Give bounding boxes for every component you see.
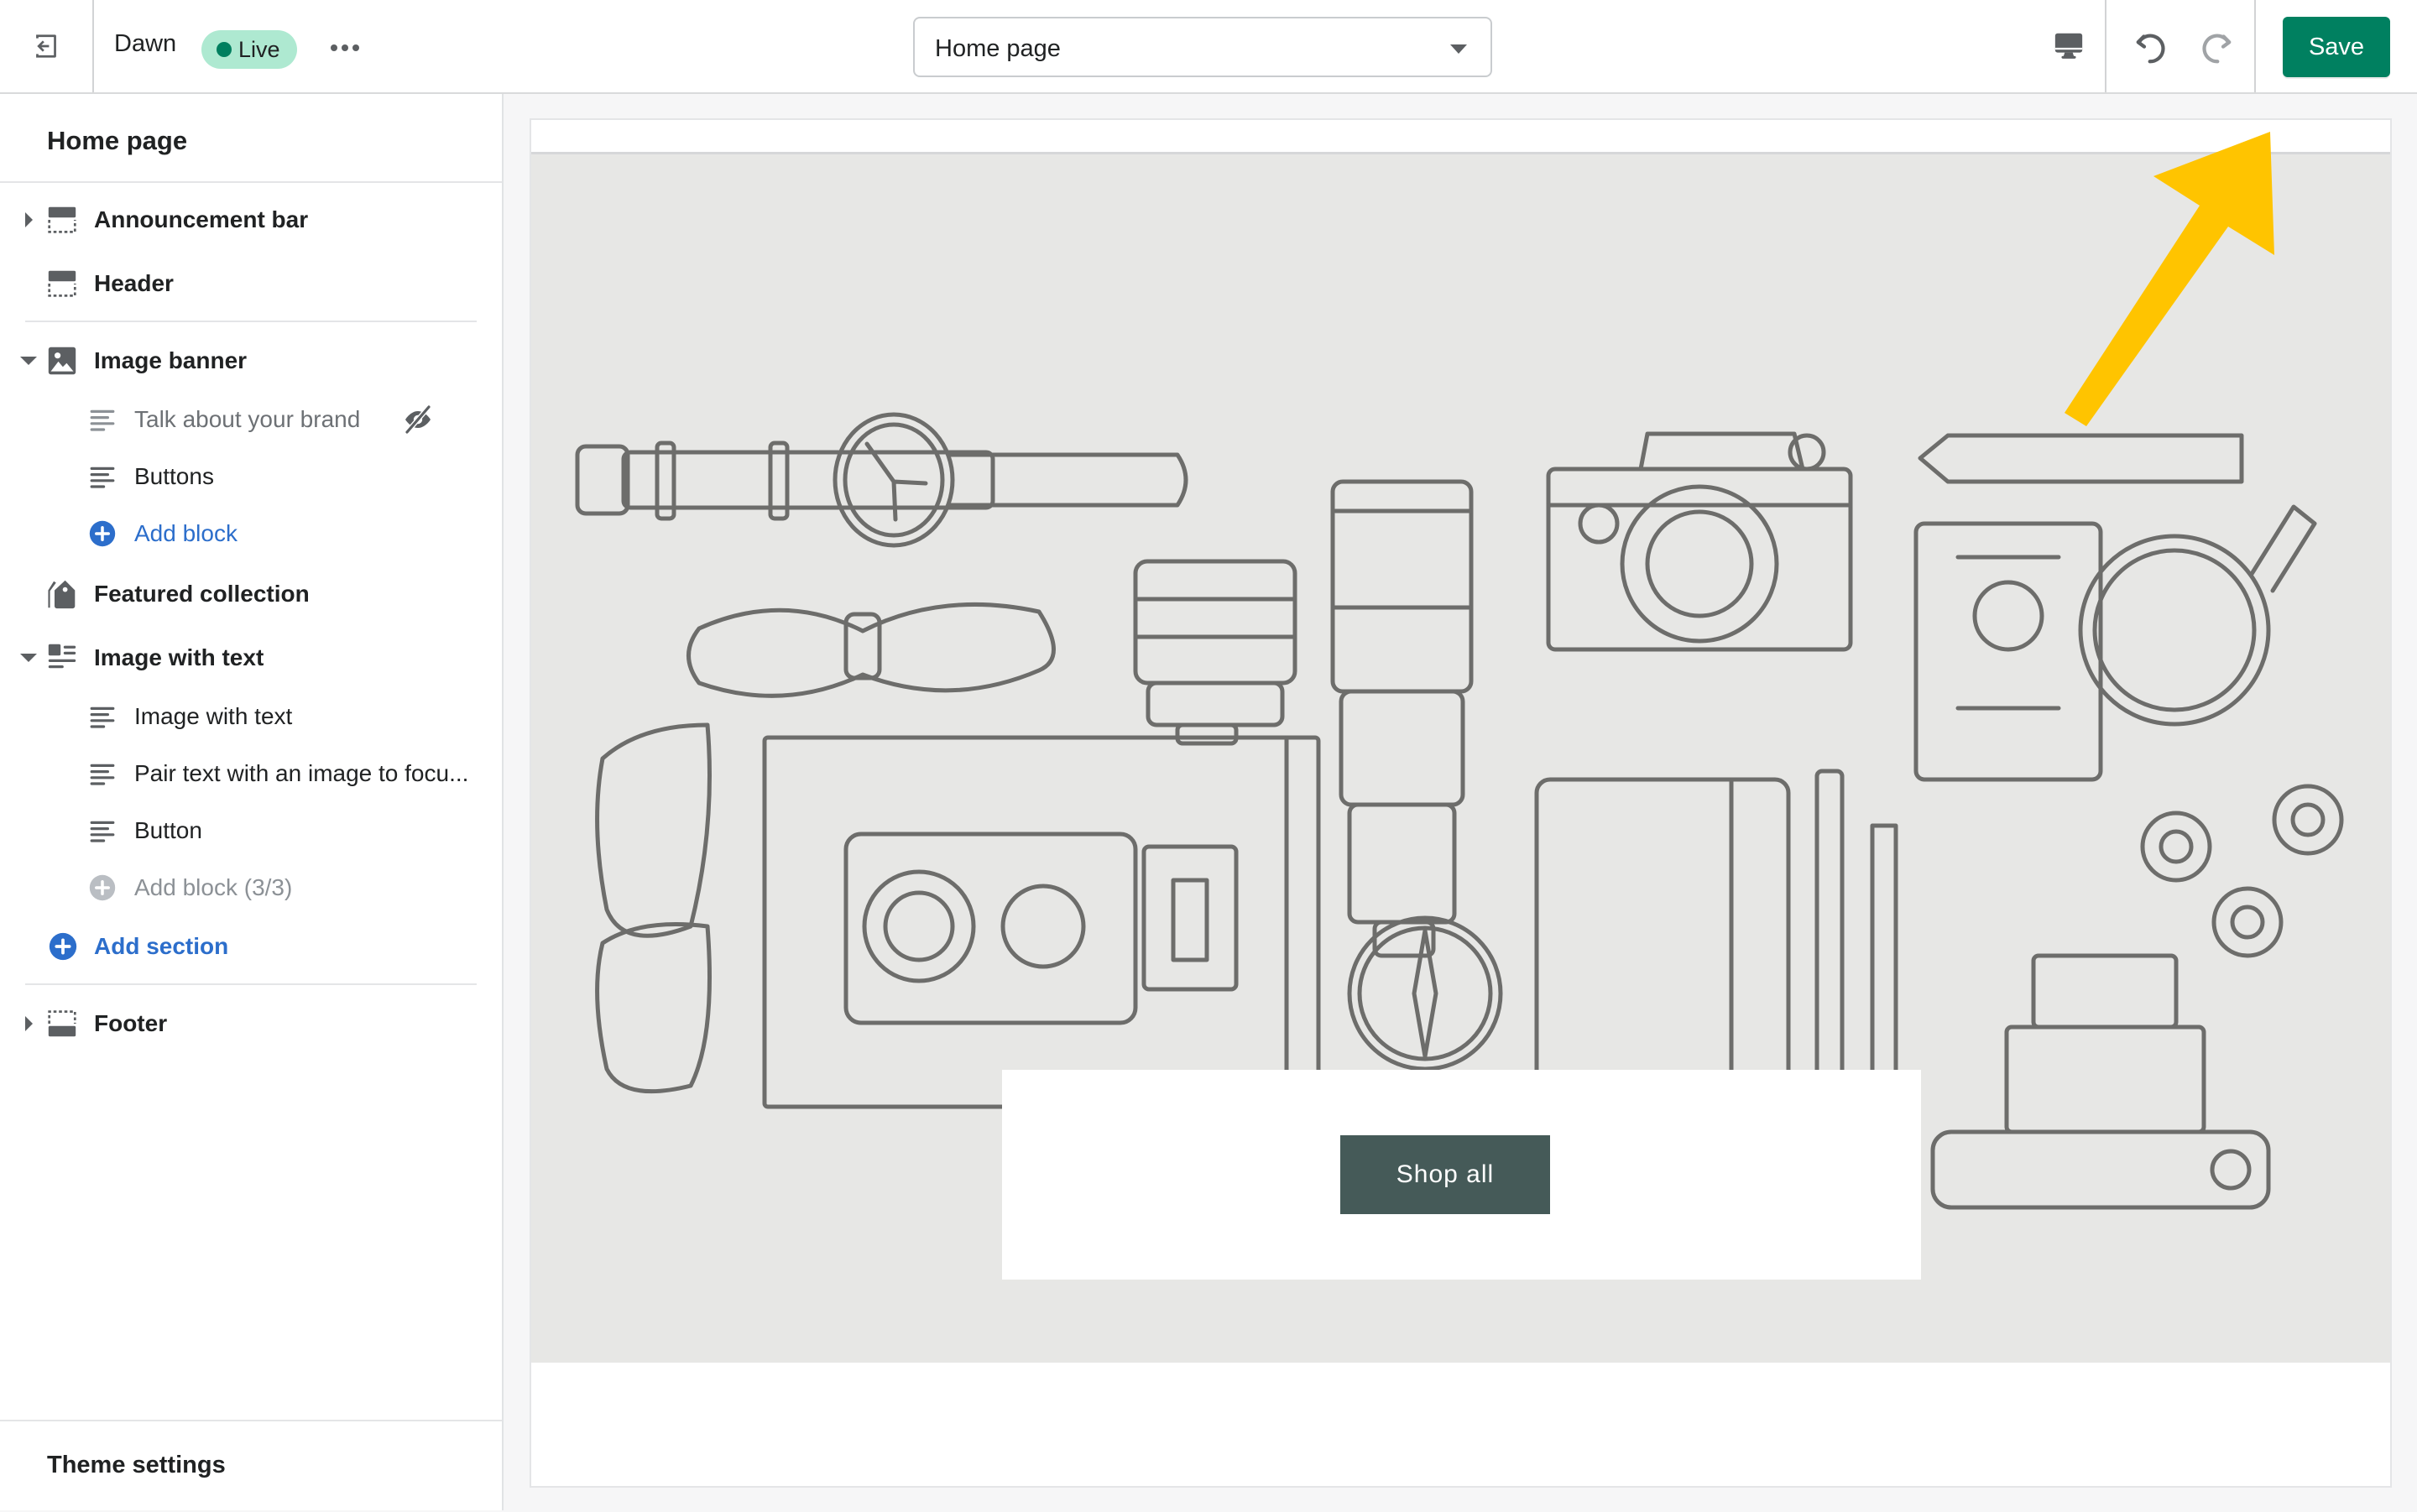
- theme-settings-button[interactable]: Theme settings: [0, 1420, 502, 1512]
- block-label: Buttons: [134, 463, 214, 489]
- block-label: Button: [134, 817, 202, 843]
- zoom-lens-illustration: [1330, 479, 1474, 958]
- section-image-banner[interactable]: Image banner: [0, 334, 502, 388]
- exit-icon: [36, 34, 56, 58]
- redo-icon: [2202, 34, 2232, 64]
- sections-sidebar: Home page Announcement bar Header Image …: [0, 94, 504, 1510]
- block-buttons[interactable]: Buttons: [0, 450, 502, 503]
- add-block-label: Add block (3/3): [134, 874, 293, 900]
- device-preview-button[interactable]: [2031, 0, 2106, 92]
- film-camera-illustration: [1930, 953, 2271, 1210]
- block-pair-text[interactable]: Pair text with an image to focu...: [0, 747, 502, 800]
- sunglasses-illustration: [595, 722, 712, 1094]
- live-dot-icon: [217, 42, 232, 57]
- add-circle-icon: [89, 520, 116, 547]
- section-header[interactable]: Header: [0, 257, 502, 310]
- section-footer[interactable]: Footer: [0, 997, 502, 1051]
- block-label: Pair text with an image to focu...: [134, 760, 469, 786]
- chevron-right-icon[interactable]: [25, 212, 33, 227]
- camera-illustration: [1546, 431, 1853, 652]
- undo-button[interactable]: [2128, 23, 2175, 70]
- caret-down-icon: [1450, 44, 1467, 54]
- chevron-down-icon[interactable]: [20, 654, 37, 662]
- twin-lens-camera-illustration: [843, 832, 1239, 1025]
- chevron-right-icon[interactable]: [25, 1016, 33, 1031]
- divider: [25, 983, 477, 985]
- page-selector-value: Home page: [935, 35, 1061, 62]
- status-badge: Live: [201, 30, 297, 69]
- banner-content-box: Shop all: [1002, 1070, 1921, 1280]
- section-label: Header: [94, 270, 174, 296]
- add-section-label: Add section: [94, 933, 229, 959]
- divider: [2254, 0, 2256, 92]
- watch-illustration: [575, 412, 1188, 548]
- section-header-icon: [48, 206, 76, 233]
- sidebar-title: Home page: [47, 126, 188, 155]
- more-horizontal-icon: [331, 44, 337, 51]
- more-actions-button[interactable]: [324, 29, 366, 67]
- hidden-eye-icon[interactable]: [401, 403, 435, 436]
- block-label: Image with text: [134, 703, 293, 729]
- text-block-icon: [90, 467, 115, 488]
- divider: [0, 181, 502, 183]
- exit-button[interactable]: [0, 0, 94, 92]
- preview-image-banner[interactable]: Shop all: [531, 154, 2390, 1363]
- section-announcement-bar[interactable]: Announcement bar: [0, 193, 502, 247]
- text-block-icon: [90, 409, 115, 431]
- magnifier-illustration: [2078, 504, 2317, 727]
- section-header-icon: [48, 270, 76, 297]
- add-block-disabled: Add block (3/3): [0, 861, 502, 915]
- more-dot: [342, 44, 348, 51]
- divider: [25, 321, 477, 322]
- preview-next-section[interactable]: [531, 1363, 2390, 1486]
- bow-tie-illustration: [686, 602, 1056, 698]
- theme-name: Dawn: [114, 30, 177, 57]
- top-bar: Dawn Live Home page Save: [0, 0, 2417, 94]
- image-icon: [48, 347, 76, 375]
- shop-all-button[interactable]: Shop all: [1340, 1135, 1550, 1214]
- store-preview: Shop all: [531, 120, 2390, 1486]
- divider: [2105, 0, 2106, 92]
- redo-button[interactable]: [2192, 23, 2239, 70]
- more-dot: [352, 44, 359, 51]
- section-label: Image with text: [94, 644, 264, 670]
- section-footer-icon: [48, 1010, 76, 1037]
- section-label: Footer: [94, 1010, 168, 1036]
- add-circle-icon: [49, 932, 77, 961]
- undo-icon: [2136, 34, 2165, 64]
- page-selector[interactable]: Home page: [913, 17, 1492, 77]
- image-with-text-icon: [48, 644, 76, 669]
- add-section-button[interactable]: Add section: [0, 920, 502, 973]
- status-badge-label: Live: [238, 36, 280, 62]
- add-block-button[interactable]: Add block: [0, 507, 502, 560]
- section-featured-collection[interactable]: Featured collection: [0, 567, 502, 621]
- preview-announcement-bar[interactable]: [531, 120, 2390, 154]
- block-button[interactable]: Button: [0, 804, 502, 858]
- text-block-icon: [90, 821, 115, 842]
- tag-icon: [48, 580, 76, 609]
- section-label: Featured collection: [94, 581, 310, 607]
- section-label: Image banner: [94, 347, 248, 373]
- desktop-icon: [2054, 33, 2083, 59]
- compass-illustration: [1347, 915, 1503, 1071]
- passport-illustration: [1913, 521, 2103, 782]
- block-label: Talk about your brand: [134, 406, 361, 432]
- pencil-illustration: [1918, 433, 2244, 484]
- chevron-down-icon[interactable]: [20, 357, 37, 365]
- add-circle-icon: [89, 874, 116, 901]
- lens-illustration: [1133, 559, 1297, 746]
- section-image-with-text[interactable]: Image with text: [0, 631, 502, 685]
- block-talk-about-your-brand[interactable]: Talk about your brand: [0, 393, 502, 446]
- text-block-icon: [90, 706, 115, 728]
- theme-settings-label: Theme settings: [47, 1452, 226, 1478]
- add-block-label: Add block: [134, 520, 238, 546]
- save-button[interactable]: Save: [2283, 17, 2390, 77]
- section-label: Announcement bar: [94, 206, 309, 232]
- tape-illustration: [2140, 784, 2344, 958]
- text-block-icon: [90, 764, 115, 785]
- block-image-with-text[interactable]: Image with text: [0, 690, 502, 743]
